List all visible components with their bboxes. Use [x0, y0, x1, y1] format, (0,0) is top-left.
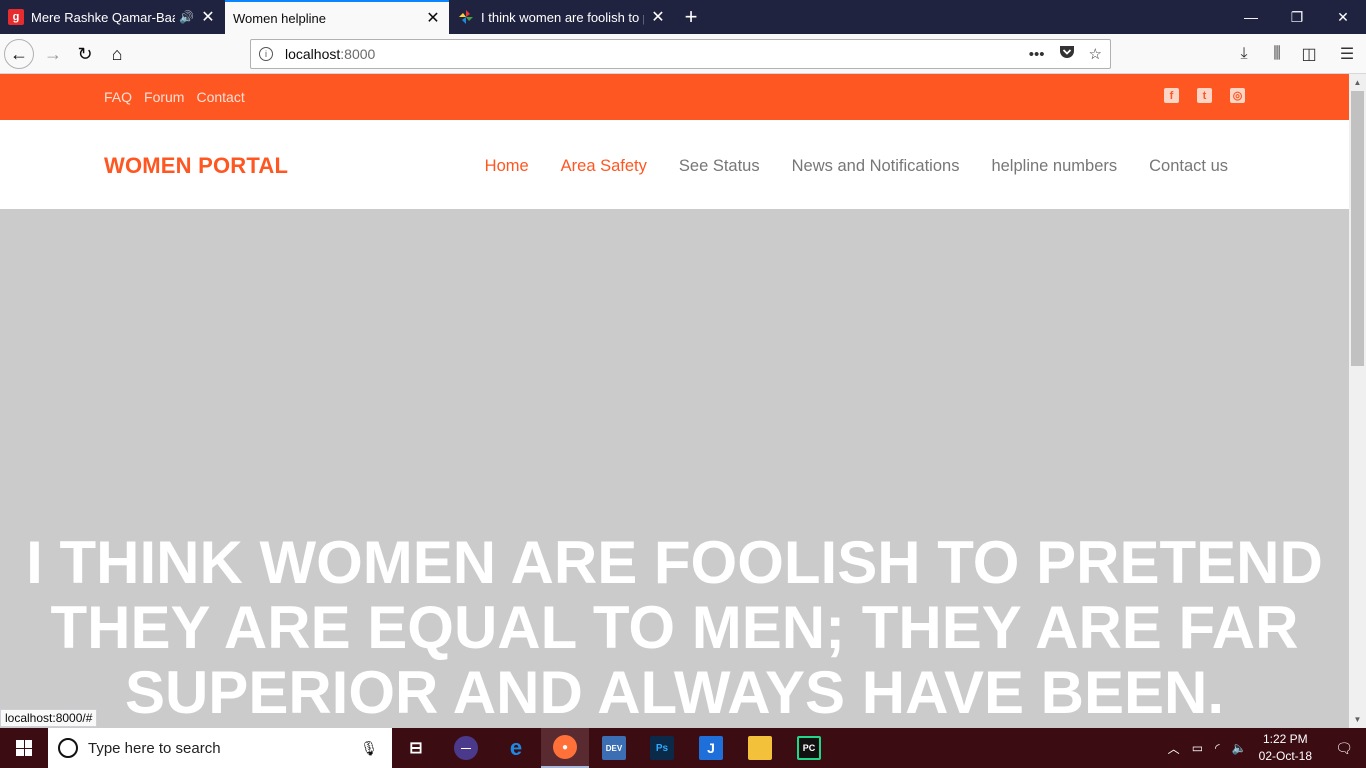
- top-strip: FAQ Forum Contact f t ◎: [0, 74, 1349, 120]
- restore-button[interactable]: ❐: [1274, 0, 1320, 34]
- volume-icon[interactable]: 🔈: [1232, 741, 1247, 755]
- sidebar-icon[interactable]: ◫: [1294, 39, 1324, 69]
- url-port: :8000: [340, 46, 376, 62]
- tab-women-helpline[interactable]: Women helpline ✕: [225, 0, 449, 34]
- pocket-icon[interactable]: [1059, 45, 1075, 64]
- hero-line: THEY ARE EQUAL TO MEN; THEY ARE FAR: [50, 594, 1299, 661]
- site-logo[interactable]: WOMEN PORTAL: [104, 153, 288, 179]
- downloads-icon[interactable]: ⤓: [1229, 39, 1259, 69]
- top-link-faq[interactable]: FAQ: [104, 89, 132, 105]
- file-explorer-icon[interactable]: [736, 728, 784, 768]
- facebook-icon[interactable]: f: [1164, 88, 1179, 103]
- instagram-icon[interactable]: ◎: [1230, 88, 1245, 103]
- devc-icon[interactable]: DEV: [590, 728, 638, 768]
- eclipse-icon[interactable]: —: [442, 728, 490, 768]
- hero-line: SUPERIOR AND ALWAYS HAVE BEEN.: [124, 659, 1225, 726]
- info-icon[interactable]: i: [259, 47, 273, 61]
- minimize-button[interactable]: —: [1228, 0, 1274, 34]
- library-icon[interactable]: ⫼: [1262, 39, 1292, 69]
- wifi-icon[interactable]: ◜: [1215, 741, 1220, 755]
- navigation-toolbar: ← → ↻ ⌂ i localhost:8000 ••• ☆ ⤓ ⫼ ◫ ☰: [0, 34, 1366, 74]
- search-placeholder: Type here to search: [88, 739, 221, 757]
- clock-time: 1:22 PM: [1262, 732, 1308, 746]
- close-icon[interactable]: ✕: [200, 7, 216, 27]
- edge-icon[interactable]: e: [492, 728, 540, 768]
- scroll-thumb[interactable]: [1351, 91, 1364, 366]
- hero-line: I THINK WOMEN ARE FOOLISH TO PRETEND: [26, 529, 1323, 596]
- menu-item-contact-us[interactable]: Contact us: [1149, 157, 1228, 176]
- menu-icon[interactable]: ☰: [1332, 39, 1362, 69]
- tab-title: I think women are foolish to pr: [481, 9, 644, 25]
- new-tab-button[interactable]: +: [680, 4, 702, 30]
- home-button[interactable]: ⌂: [102, 39, 132, 69]
- main-menu: Home Area Safety See Status News and Not…: [485, 157, 1228, 176]
- notification-icon[interactable]: 🗨: [1322, 728, 1366, 768]
- scroll-down-icon[interactable]: ▼: [1349, 711, 1366, 728]
- page-actions-icon[interactable]: •••: [1029, 46, 1045, 63]
- clock[interactable]: 1:22 PM 02-Oct-18: [1259, 731, 1312, 765]
- back-button[interactable]: ←: [4, 39, 34, 69]
- gaana-icon: g: [8, 9, 24, 25]
- speaker-icon[interactable]: 🔊: [179, 10, 194, 24]
- menu-item-area-safety[interactable]: Area Safety: [561, 157, 647, 176]
- page-viewport: FAQ Forum Contact f t ◎ WOMEN PORTAL Hom…: [0, 74, 1349, 728]
- menu-item-helpline-numbers[interactable]: helpline numbers: [991, 157, 1117, 176]
- cortana-icon: [58, 738, 78, 758]
- url-host: localhost: [285, 46, 341, 62]
- clock-date: 02-Oct-18: [1258, 749, 1312, 763]
- menu-item-news[interactable]: News and Notifications: [792, 157, 960, 176]
- site-header: WOMEN PORTAL Home Area Safety See Status…: [0, 120, 1349, 209]
- pycharm-icon[interactable]: PC: [785, 728, 833, 768]
- close-icon[interactable]: ✕: [425, 8, 441, 28]
- windows-taskbar: Type here to search 🎙 ⊟ — e ● DEV Ps J P…: [0, 728, 1366, 768]
- menu-item-home[interactable]: Home: [485, 157, 529, 176]
- reload-button[interactable]: ↻: [70, 39, 100, 69]
- jdeveloper-icon[interactable]: J: [687, 728, 735, 768]
- taskbar-search[interactable]: Type here to search 🎙: [48, 728, 392, 768]
- tab-quote[interactable]: I think women are foolish to pr ✕: [450, 0, 674, 34]
- system-tray: ︿ ▭ ◜ 🔈 1:22 PM 02-Oct-18 🗨: [1162, 728, 1366, 768]
- tab-title: Women helpline: [233, 10, 326, 26]
- scroll-up-icon[interactable]: ▲: [1349, 74, 1366, 91]
- top-links: FAQ Forum Contact: [104, 89, 245, 105]
- page-scrollbar[interactable]: ▲ ▼: [1349, 74, 1366, 728]
- forward-button[interactable]: →: [38, 39, 68, 69]
- task-view-icon[interactable]: ⊟: [392, 728, 440, 768]
- microphone-icon[interactable]: 🎙: [360, 740, 378, 757]
- twitter-icon[interactable]: t: [1197, 88, 1212, 103]
- status-url: localhost:8000/#: [0, 709, 98, 727]
- top-link-contact[interactable]: Contact: [196, 89, 244, 105]
- firefox-icon[interactable]: ●: [541, 728, 589, 768]
- windows-icon: [16, 740, 32, 756]
- social-links: f t ◎: [1164, 88, 1245, 103]
- browser-tab-bar: g Mere Rashke Qamar-Baadsh 🔊 ✕ Women hel…: [0, 0, 1366, 34]
- photoshop-icon[interactable]: Ps: [638, 728, 686, 768]
- start-button[interactable]: [0, 728, 48, 768]
- tab-music[interactable]: g Mere Rashke Qamar-Baadsh 🔊 ✕: [0, 0, 224, 34]
- close-icon[interactable]: ✕: [650, 7, 666, 27]
- url-bar[interactable]: i localhost:8000 ••• ☆: [250, 39, 1111, 69]
- hero-quote: I THINK WOMEN ARE FOOLISH TO PRETEND THE…: [0, 530, 1349, 725]
- close-window-button[interactable]: ✕: [1320, 0, 1366, 34]
- pinwheel-icon: [458, 9, 474, 25]
- battery-icon[interactable]: ▭: [1192, 741, 1203, 755]
- bookmark-star-icon[interactable]: ☆: [1089, 45, 1102, 63]
- tab-title: Mere Rashke Qamar-Baadsh: [31, 9, 175, 25]
- chevron-up-icon[interactable]: ︿: [1168, 740, 1180, 757]
- top-link-forum[interactable]: Forum: [144, 89, 184, 105]
- menu-item-see-status[interactable]: See Status: [679, 157, 760, 176]
